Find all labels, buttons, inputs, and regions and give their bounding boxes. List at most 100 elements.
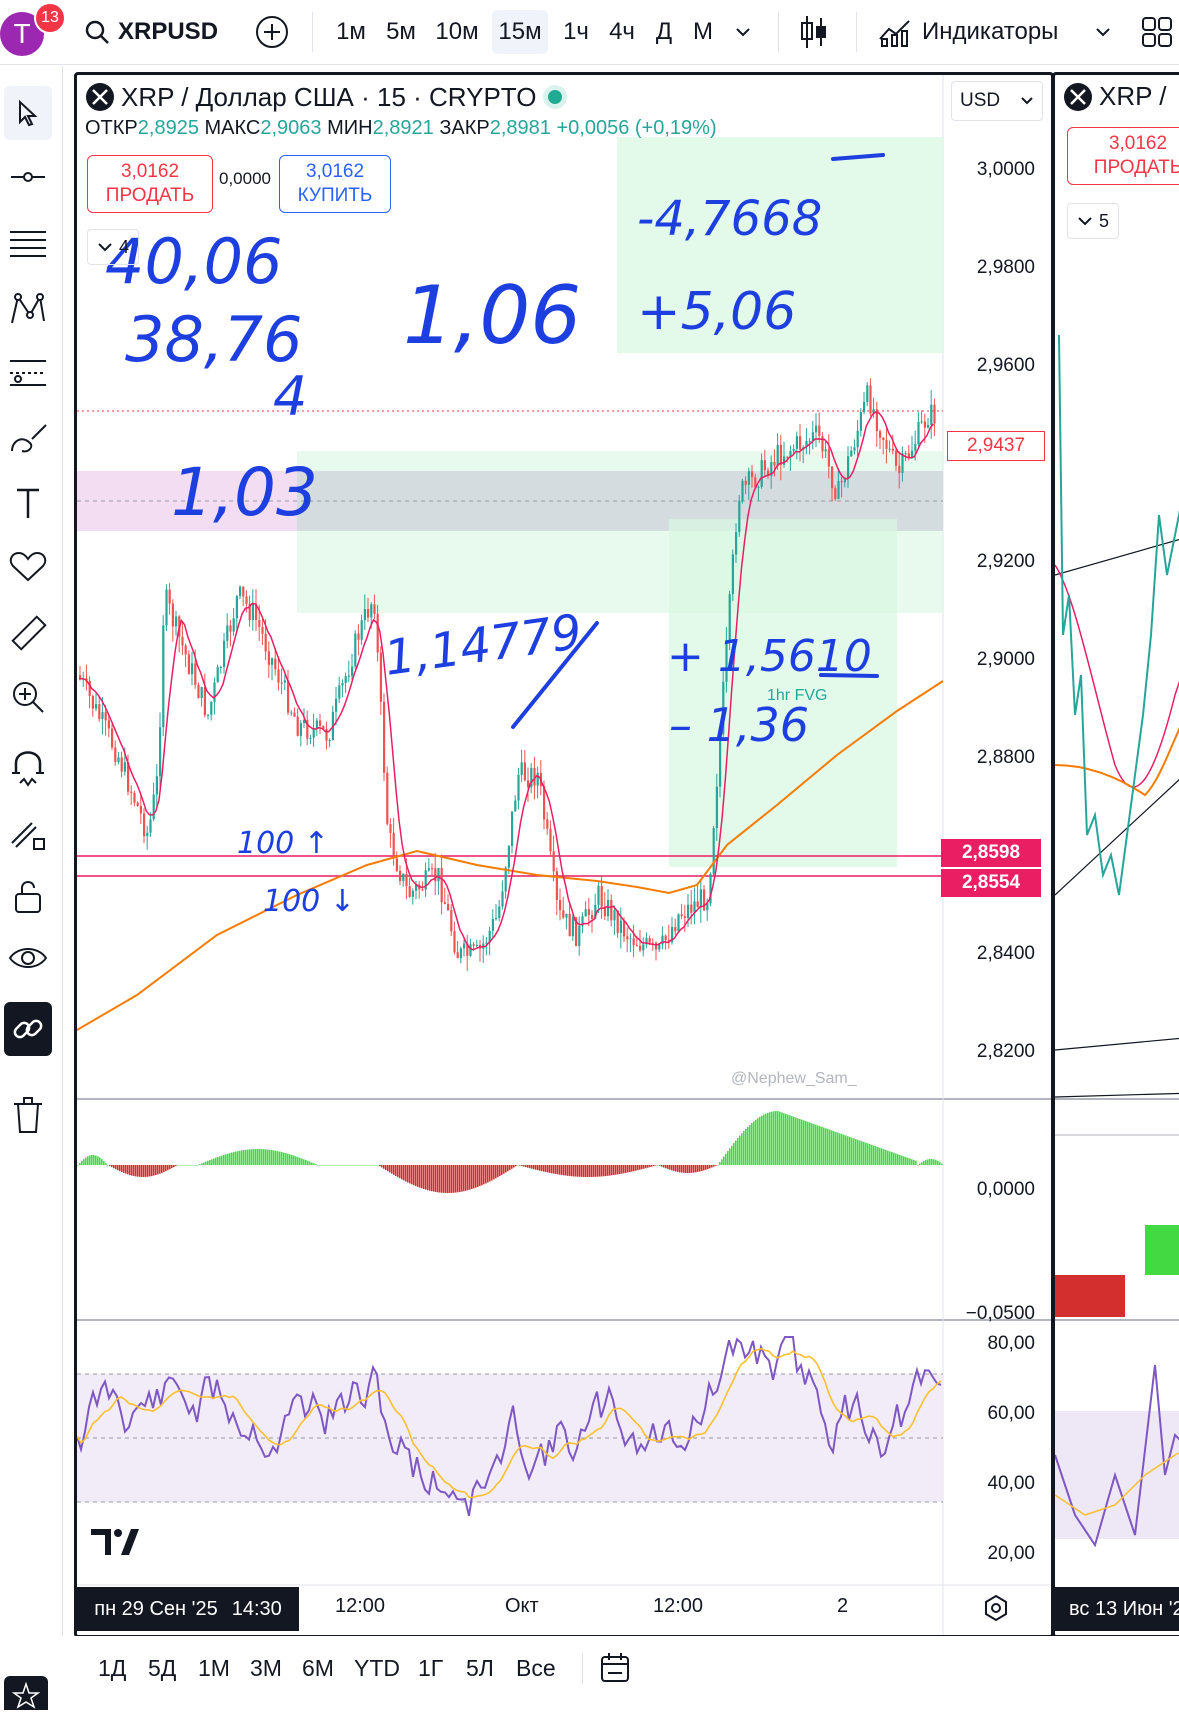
chart-canvas[interactable]: 1hr FVG @Nephew_Sam_ 40,06 38,76 4 1,06 …: [77, 75, 1051, 1635]
remove-drawings-tool[interactable]: [4, 1088, 52, 1142]
ink-note-minus-4-7668[interactable]: -4,7668: [637, 191, 822, 247]
favorites-star-button[interactable]: [4, 1676, 48, 1710]
ink-note-1-06[interactable]: 1,06: [403, 269, 581, 362]
osc-bar: [401, 1165, 403, 1180]
zoom-tool[interactable]: [4, 670, 52, 724]
ink-note-100-down[interactable]: 100 ↓: [263, 884, 355, 919]
osc-bar: [897, 1154, 899, 1165]
osc-bar: [603, 1165, 605, 1177]
tf-1m[interactable]: 1м: [328, 10, 374, 54]
layers-toggle[interactable]: 4: [87, 229, 139, 265]
tf-day[interactable]: Д: [648, 10, 680, 54]
ink-note-4[interactable]: 4: [273, 365, 307, 428]
osc-bar: [155, 1165, 157, 1176]
osc-bar: [785, 1113, 787, 1165]
tf-15m[interactable]: 15м: [492, 10, 548, 54]
tf-4h[interactable]: 4ч: [602, 10, 642, 54]
sell-button[interactable]: 3,0162 ПРОДАТЬ: [87, 155, 213, 213]
osc-bar: [97, 1156, 99, 1165]
range-6m[interactable]: 6М: [302, 1648, 334, 1688]
text-tool[interactable]: [4, 476, 52, 530]
osc-bar: [871, 1144, 873, 1165]
tf-1h[interactable]: 1ч: [556, 10, 596, 54]
range-ytd[interactable]: YTD: [354, 1648, 400, 1688]
secondary-chart[interactable]: XRP / 3,0162 ПРОДАТЬ 5 вс 13 Июн '2: [1052, 72, 1179, 1638]
osc-bar: [715, 1165, 717, 1166]
magnet-tool[interactable]: [4, 742, 52, 796]
buy-button[interactable]: 3,0162 КУПИТЬ: [279, 155, 391, 213]
range-all[interactable]: Все: [516, 1648, 556, 1688]
osc-bar: [545, 1165, 547, 1173]
currency-select[interactable]: USD: [951, 81, 1043, 121]
tf-dropdown[interactable]: [728, 10, 758, 54]
chart-type-button[interactable]: [794, 10, 834, 54]
high-value: 2,9063: [260, 117, 322, 139]
tf-10m[interactable]: 10м: [428, 10, 486, 54]
range-1d[interactable]: 1Д: [98, 1648, 126, 1688]
tf-5m[interactable]: 5м: [378, 10, 424, 54]
osc-bar: [497, 1165, 499, 1178]
ink-note-100-up[interactable]: 100 ↑: [237, 826, 329, 861]
candle-body: [815, 425, 818, 433]
osc-bar: [457, 1165, 459, 1193]
range-1y[interactable]: 1Г: [418, 1648, 443, 1688]
favorites-tool[interactable]: [4, 540, 52, 594]
ruler-tool[interactable]: [4, 606, 52, 660]
osc-bar: [835, 1131, 837, 1165]
osc-bar: [687, 1165, 689, 1173]
ink-dash-mid[interactable]: [819, 673, 879, 678]
projection-tool[interactable]: [4, 346, 52, 400]
tf-month[interactable]: М: [688, 10, 718, 54]
secondary-chart-header[interactable]: XRP /: [1063, 81, 1166, 112]
osc-bar: [757, 1118, 759, 1165]
range-5d[interactable]: 5Д: [148, 1648, 176, 1688]
indicators-button[interactable]: Индикаторы: [878, 10, 1078, 54]
osc-bar: [931, 1159, 933, 1165]
lock-drawing-tool[interactable]: [4, 806, 52, 860]
osc-bar: [665, 1165, 667, 1169]
range-1m[interactable]: 1М: [198, 1648, 230, 1688]
osc-bar: [807, 1121, 809, 1165]
symbol-search[interactable]: XRPUSD: [84, 10, 224, 54]
pattern-tool[interactable]: [4, 282, 52, 336]
candle-body: [328, 740, 331, 742]
chart-header[interactable]: XRP / Доллар США · 15 · CRYPTO: [85, 81, 563, 113]
tradingview-logo[interactable]: [91, 1529, 139, 1555]
candle-body: [155, 776, 158, 795]
osc-bar: [869, 1144, 871, 1165]
osc-bar: [779, 1111, 781, 1165]
lock-all-tool[interactable]: [4, 870, 52, 924]
candle-body: [280, 682, 283, 684]
candle-body: [571, 917, 574, 937]
compare-symbol-button[interactable]: [252, 10, 292, 54]
main-chart[interactable]: 1hr FVG @Nephew_Sam_ 40,06 38,76 4 1,06 …: [74, 72, 1054, 1638]
osc-bar: [337, 1165, 339, 1166]
osc-bar: [767, 1112, 769, 1165]
range-3m[interactable]: 3М: [250, 1648, 282, 1688]
notification-badge[interactable]: 13: [34, 2, 66, 34]
ink-note-1-03[interactable]: 1,03: [171, 454, 318, 531]
osc-bar: [239, 1150, 241, 1165]
secondary-layers-toggle[interactable]: 5: [1067, 203, 1119, 239]
chart-settings-button[interactable]: [981, 1593, 1011, 1628]
hide-drawings-tool[interactable]: [4, 934, 52, 988]
brush-tool[interactable]: [4, 412, 52, 466]
trend-line-tool[interactable]: [4, 150, 52, 204]
goto-date-button[interactable]: [598, 1648, 632, 1688]
secondary-sell-button[interactable]: 3,0162 ПРОДАТЬ: [1067, 127, 1179, 185]
range-5y[interactable]: 5Л: [466, 1648, 494, 1688]
ink-note-minus-1-36[interactable]: – 1,36: [669, 698, 809, 752]
ink-note-plus-5-06[interactable]: +5,06: [637, 282, 796, 342]
osc-bar: [777, 1111, 779, 1165]
candle-body: [920, 421, 923, 423]
fib-tool[interactable]: [4, 218, 52, 272]
layout-button[interactable]: [1138, 10, 1176, 54]
sync-drawings-tool[interactable]: [4, 1002, 52, 1056]
osc-bar: [175, 1165, 177, 1167]
cursor-tool[interactable]: [4, 86, 52, 140]
secondary-chart-canvas[interactable]: [1055, 75, 1179, 1635]
candle-body: [136, 802, 139, 806]
candle-body: [123, 762, 126, 772]
indicators-dropdown[interactable]: [1090, 10, 1116, 54]
candle-body: [440, 867, 443, 903]
